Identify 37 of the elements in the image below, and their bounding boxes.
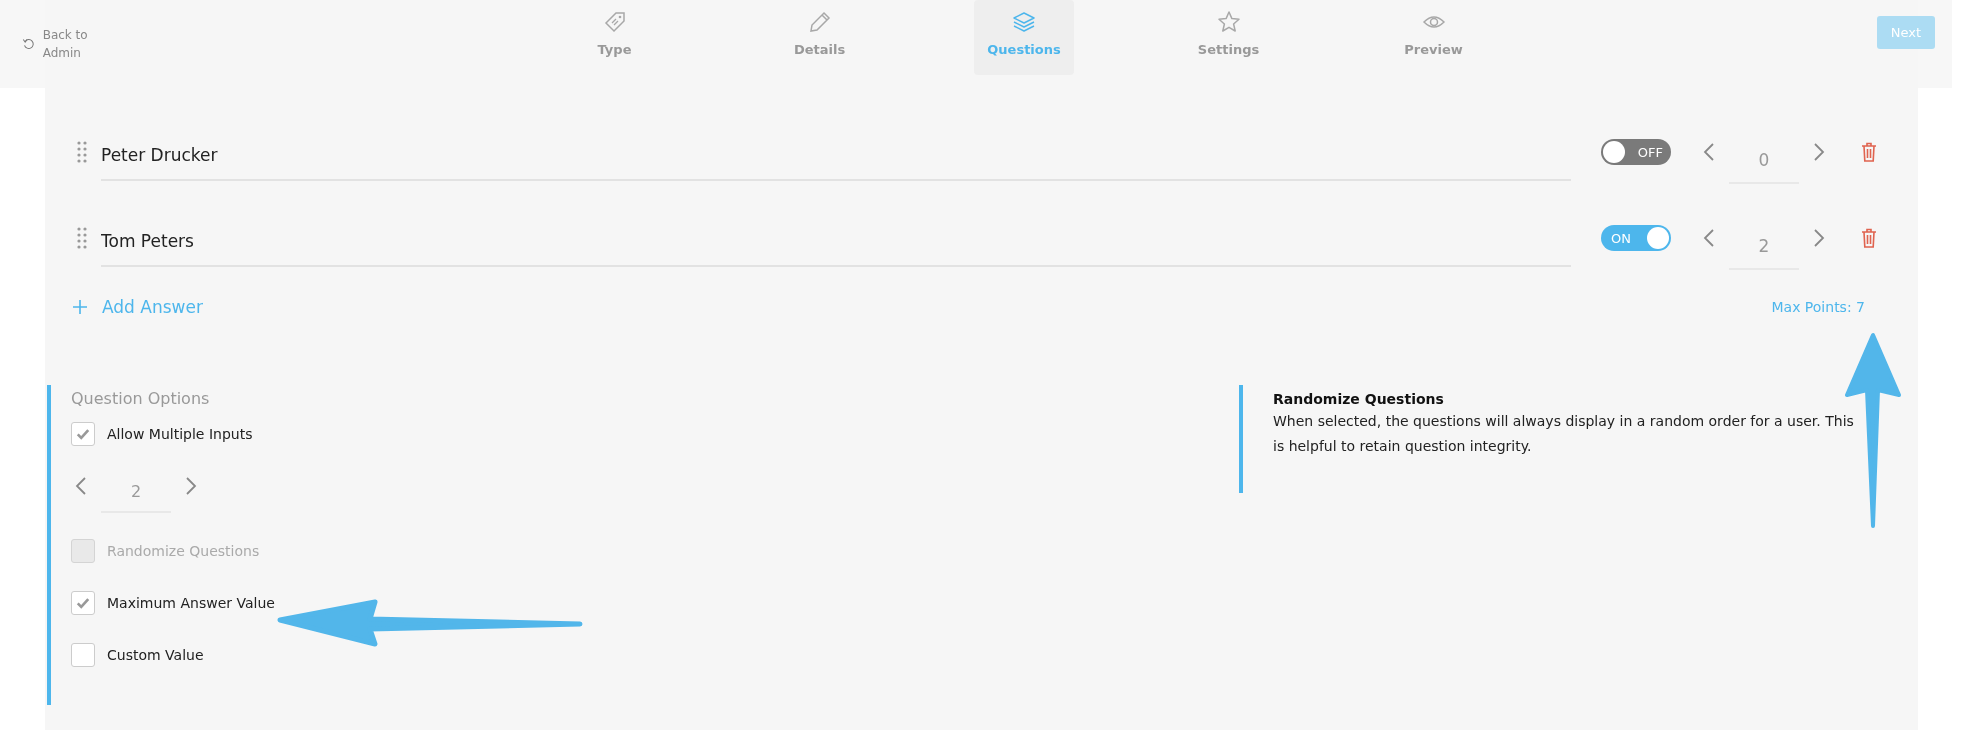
- number-field[interactable]: 2: [101, 468, 171, 513]
- nav-tab[interactable]: Preview: [1331, 0, 1536, 75]
- help-title: Randomize Questions: [1273, 391, 1445, 407]
- checkbox-label: Randomize Questions: [107, 543, 260, 559]
- nav-tab[interactable]: Type: [512, 0, 717, 75]
- answer-input-field[interactable]: Tom Peters: [101, 223, 1571, 267]
- toggle-switch[interactable]: OFF: [1601, 139, 1671, 165]
- answer-input-field[interactable]: Peter Drucker: [101, 137, 1571, 181]
- options-heading: Question Options: [71, 389, 211, 408]
- checkbox-label: Allow Multiple Inputs: [107, 426, 253, 442]
- tag-icon: [602, 10, 627, 34]
- trash-icon[interactable]: [1861, 228, 1877, 248]
- help-text: When selected, the questions will always display in a random order for a user. This is helpful to retain question integrity.: [1273, 412, 1855, 456]
- star-icon: [1216, 10, 1241, 34]
- points-field[interactable]: 2: [1729, 220, 1799, 270]
- check-icon: [76, 596, 90, 610]
- nav-tab[interactable]: Settings: [1126, 0, 1331, 75]
- next-button[interactable]: Next: [1876, 15, 1935, 49]
- drag-handle-icon[interactable]: [77, 227, 87, 249]
- plus-icon: [72, 299, 88, 315]
- layers-icon: [1012, 10, 1036, 34]
- back-button[interactable]: Back to Admin: [0, 25, 110, 63]
- add-answer-button[interactable]: Add Answer: [72, 297, 203, 317]
- points-field[interactable]: 0: [1729, 134, 1799, 184]
- checkbox-label: Maximum Answer Value: [107, 595, 275, 611]
- nav-tab[interactable]: Questions: [974, 0, 1074, 75]
- check-icon: [76, 427, 90, 441]
- checkbox[interactable]: [71, 422, 95, 446]
- max-points-label: Max Points: 7: [1771, 299, 1865, 315]
- drag-handle-icon[interactable]: [77, 141, 87, 163]
- trash-icon[interactable]: [1861, 142, 1877, 162]
- checkbox[interactable]: [71, 643, 95, 667]
- nav-tab[interactable]: Details: [717, 0, 922, 75]
- toggle-switch[interactable]: ON: [1601, 225, 1671, 251]
- checkbox[interactable]: [71, 591, 95, 615]
- checkbox-label: Custom Value: [107, 647, 204, 663]
- pencil-icon: [807, 10, 832, 34]
